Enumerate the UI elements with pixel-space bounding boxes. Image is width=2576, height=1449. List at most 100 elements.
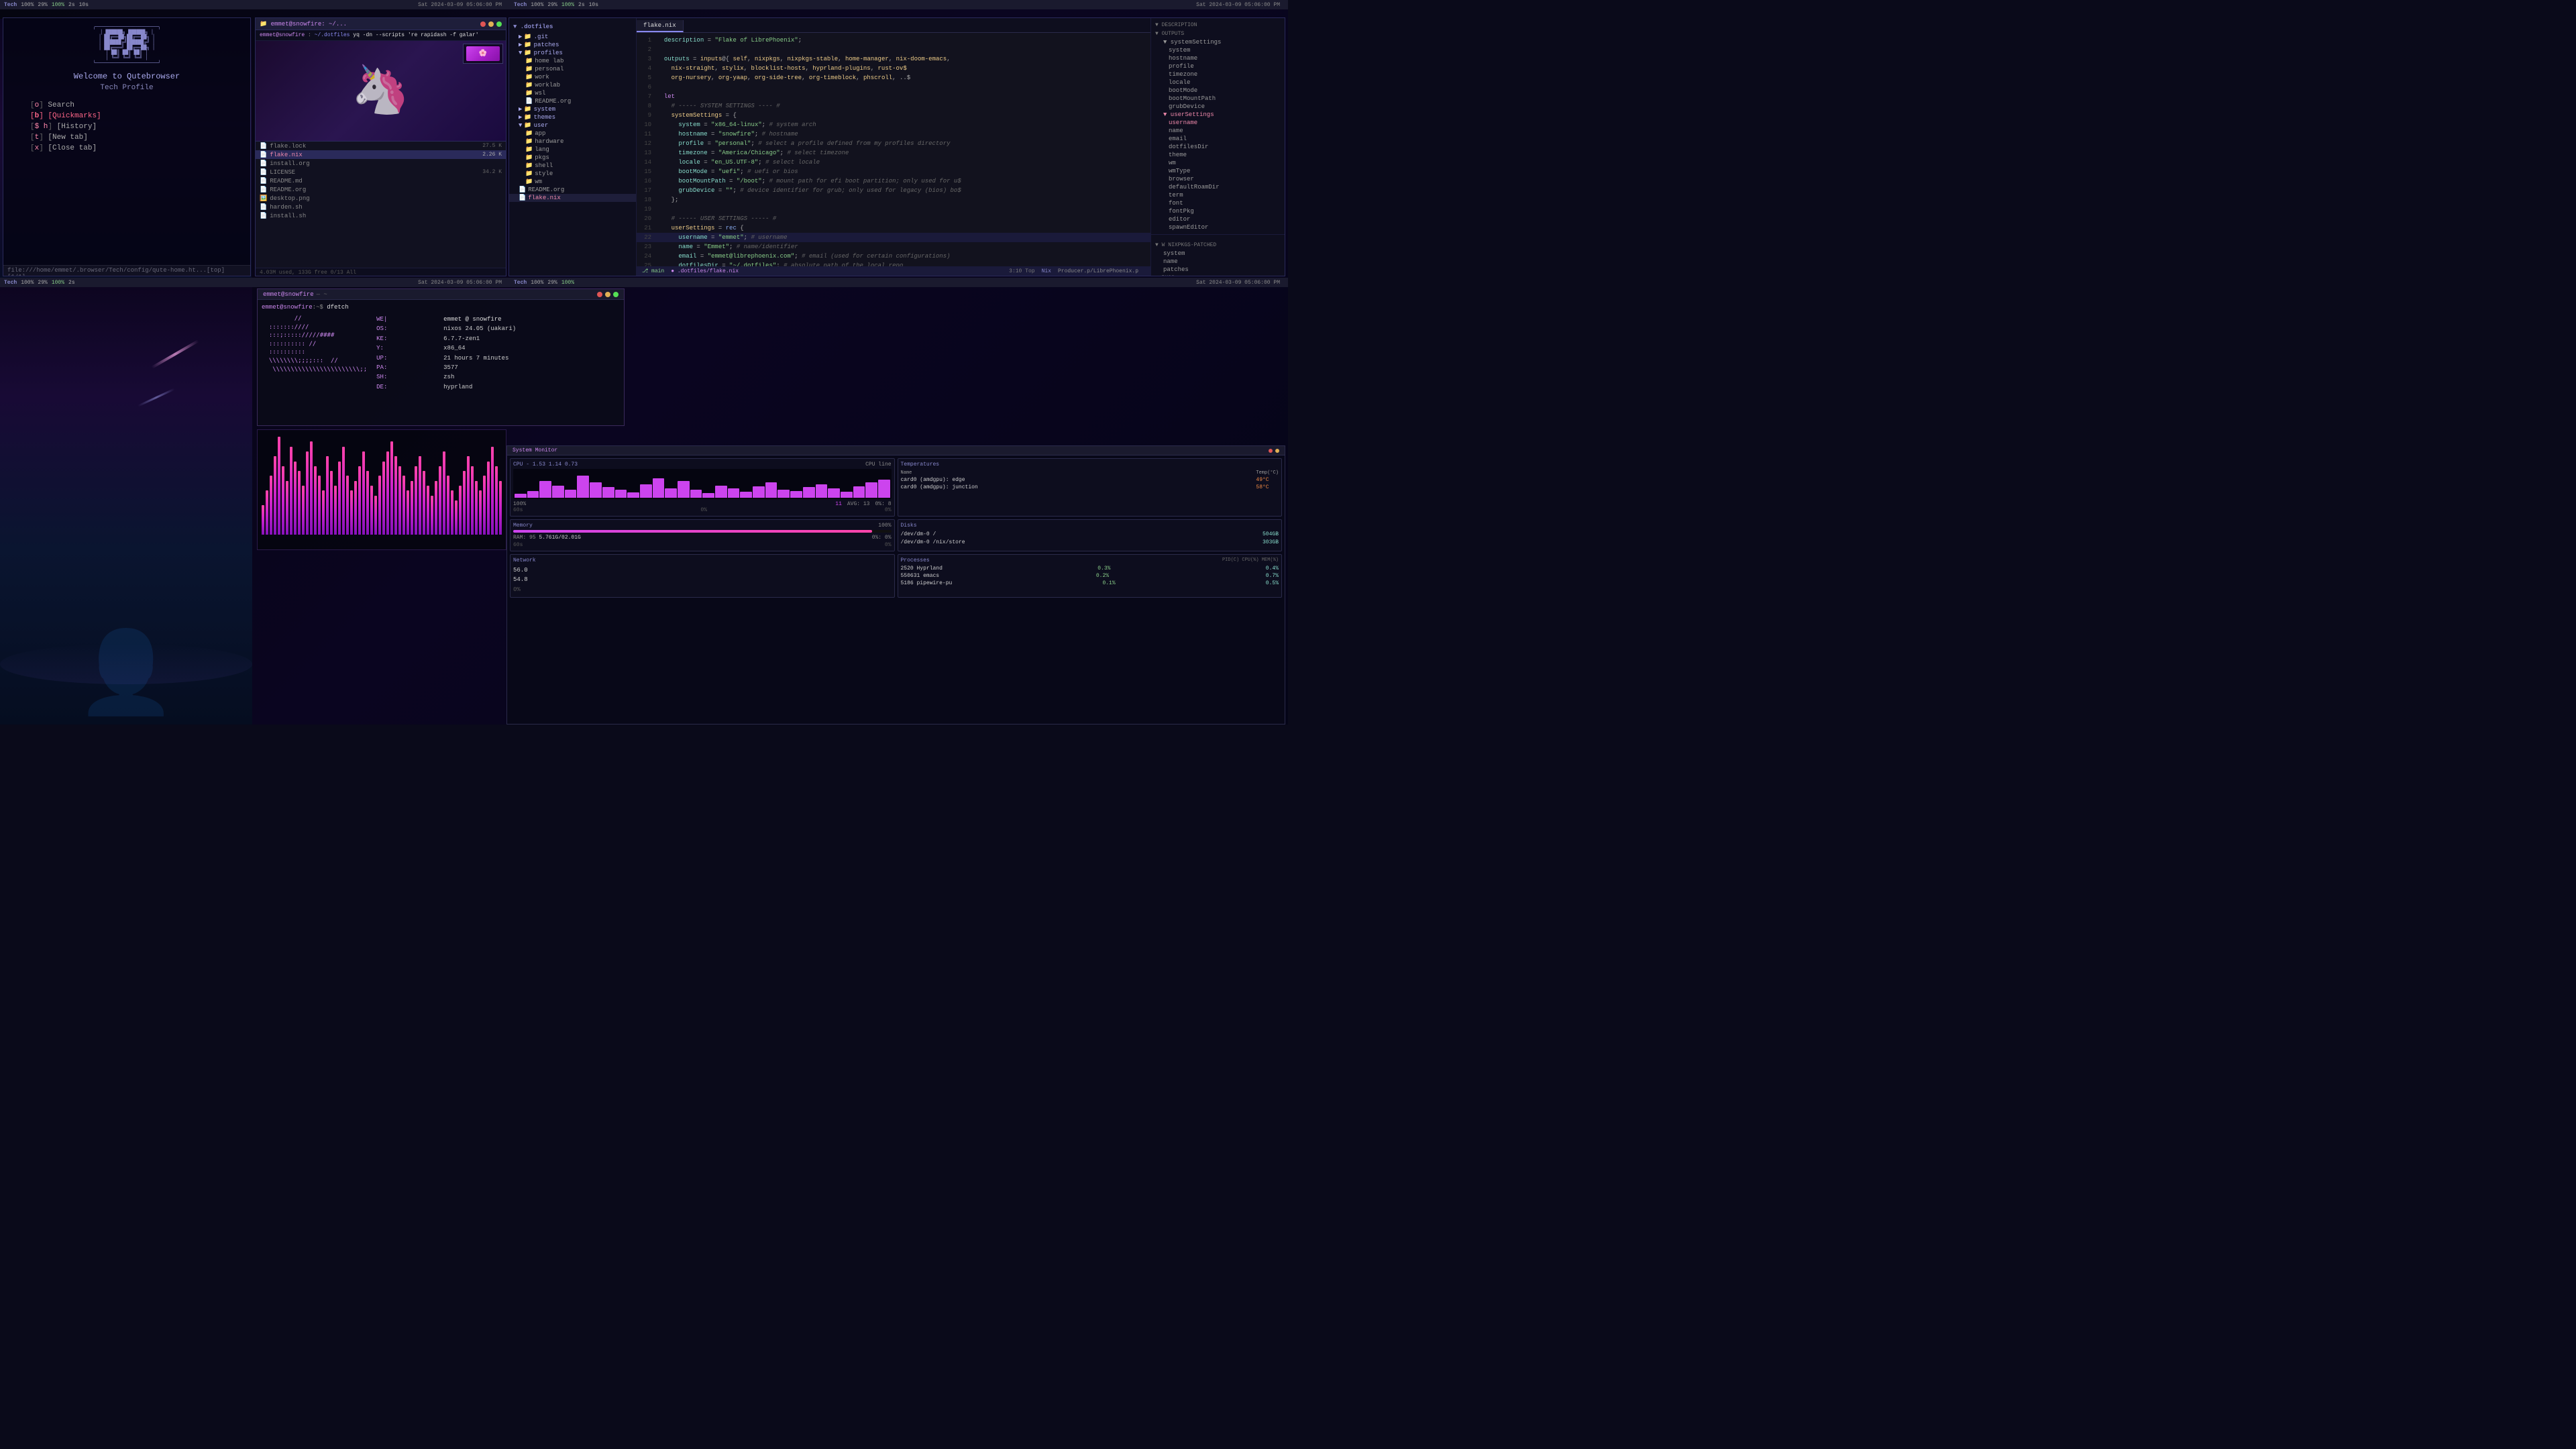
sb-brand: Tech <box>4 2 17 8</box>
nf-close-btn[interactable] <box>597 292 602 297</box>
outline-fontpkg[interactable]: fontPkg <box>1151 207 1285 215</box>
qb-closetab-item[interactable]: [x] [Close tab] <box>17 143 237 154</box>
outline-np-name[interactable]: name <box>1151 258 1285 266</box>
outline-np-patches[interactable]: patches <box>1151 266 1285 274</box>
code-line-17: 17 grubDevice = ""; # device identifier … <box>637 186 1150 195</box>
tree-hardware[interactable]: 📁 hardware <box>509 138 636 146</box>
tree-worklab[interactable]: 📁 worklab <box>509 81 636 89</box>
outline-browser[interactable]: browser <box>1151 175 1285 183</box>
nf-max-btn[interactable] <box>613 292 619 297</box>
cpu-bar-item <box>527 491 539 498</box>
qb-history-item[interactable]: [$ h] [History] <box>17 121 237 132</box>
temps-header: Temperatures <box>901 462 1279 468</box>
status-pos: 3:10 Top <box>1009 268 1034 274</box>
outline-timezone[interactable]: timezone <box>1151 70 1285 78</box>
editor-outline: ▼ description ▼ outputs ▼ systemSettings… <box>1150 18 1285 276</box>
fm-min-btn[interactable] <box>488 21 494 27</box>
qb-newtab-item[interactable]: [t] [New tab] <box>17 132 237 143</box>
qb-quickmarks-item[interactable]: [b] [Quickmarks] <box>17 111 237 121</box>
tree-git[interactable]: ▶ 📁 .git <box>509 33 636 41</box>
outline-wm[interactable]: wm <box>1151 159 1285 167</box>
tab-flake-nix[interactable]: flake.nix <box>637 20 684 32</box>
cpu-bar-item <box>690 490 702 498</box>
tree-style[interactable]: 📁 style <box>509 170 636 178</box>
disks-list: /dev/dm-0 / 504GB /dev/dm-0 /nix/store 3… <box>901 531 1279 545</box>
cpu-bar-item <box>602 487 614 498</box>
outline-wmtype[interactable]: wmType <box>1151 167 1285 175</box>
nf-min-btn[interactable] <box>605 292 610 297</box>
outline-profile[interactable]: profile <box>1151 62 1285 70</box>
outline-bootmountpath[interactable]: bootMountPath <box>1151 95 1285 103</box>
sm-min[interactable] <box>1275 449 1279 453</box>
fm-row-flake-lock[interactable]: 📄 flake.lock 27.5 K <box>256 142 506 150</box>
eq-bar <box>459 486 462 535</box>
fm-row-install-org[interactable]: 📄 install.org <box>256 159 506 168</box>
tree-patches[interactable]: ▶ 📁 patches <box>509 41 636 49</box>
fm-row-flake-nix[interactable]: 📄 flake.nix 2.26 K <box>256 150 506 159</box>
tree-readme-md[interactable]: 📄 README.org <box>509 186 636 194</box>
outline-theme[interactable]: theme <box>1151 151 1285 159</box>
tree-shell[interactable]: 📁 shell <box>509 162 636 170</box>
neofetch-win-btns <box>597 292 619 297</box>
code-line-16: 16 bootMountPath = "/boot"; # mount path… <box>637 176 1150 186</box>
outline-system[interactable]: system <box>1151 46 1285 54</box>
tree-system[interactable]: ▶ 📁 system <box>509 105 636 113</box>
cpu-bar-item <box>539 481 551 498</box>
cpu-bar-item <box>816 484 828 498</box>
outline-locale[interactable]: locale <box>1151 78 1285 87</box>
fm-file-list[interactable]: 📄 flake.lock 27.5 K 📄 flake.nix 2.26 K 📄… <box>256 142 506 252</box>
tree-wm[interactable]: 📁 wm <box>509 178 636 186</box>
neofetch-window: emmet@snowfire — ~ emmet@snowfire:~$ dfe… <box>257 288 625 426</box>
tree-work[interactable]: 📁 work <box>509 73 636 81</box>
tree-homelab[interactable]: 📁 home lab <box>509 57 636 65</box>
mem-stats: RAM: 95 5.761G/02.01G 0%: 0% <box>513 535 892 541</box>
outline-font[interactable]: font <box>1151 199 1285 207</box>
outline-bootmode[interactable]: bootMode <box>1151 87 1285 95</box>
outline-hostname[interactable]: hostname <box>1151 54 1285 62</box>
fm-row-readme[interactable]: 📄 README.md <box>256 176 506 185</box>
fm-row-harden[interactable]: 📄 harden.sh <box>256 203 506 211</box>
outline-spawneditor[interactable]: spawnEditor <box>1151 223 1285 231</box>
outline-usersettings[interactable]: ▼ userSettings <box>1151 111 1285 119</box>
sb3-bat: 100% <box>52 280 64 286</box>
fm-row-readme2[interactable]: 📄 README.org <box>256 185 506 194</box>
editor-code-content: 1 description = "Flake of LibrePhoenix";… <box>637 33 1150 266</box>
tree-profiles[interactable]: ▼ 📁 profiles <box>509 49 636 57</box>
sb2-bat2: 2s <box>578 2 585 8</box>
proc-row-3: 5186 pipewire-pu 0.1% 0.5% <box>901 580 1279 586</box>
fm-row-desktop[interactable]: 🖼️ desktop.png <box>256 194 506 203</box>
outline-name[interactable]: name <box>1151 127 1285 135</box>
tree-lang[interactable]: 📁 lang <box>509 146 636 154</box>
tree-flake-nix[interactable]: 📄 flake.nix <box>509 194 636 202</box>
outline-editor[interactable]: editor <box>1151 215 1285 223</box>
tree-user[interactable]: ▼ 📁 user <box>509 121 636 129</box>
outline-email[interactable]: email <box>1151 135 1285 143</box>
cpu-bar-item <box>853 486 865 498</box>
qb-search-item[interactable]: [o] Search <box>17 100 237 111</box>
cpu-bar-item <box>878 480 890 498</box>
eq-bar <box>394 456 397 535</box>
sb2-brightness: 100% <box>531 2 543 8</box>
fm-row-license[interactable]: 📄 LICENSE 34.2 K <box>256 168 506 176</box>
outline-username[interactable]: username <box>1151 119 1285 127</box>
eq-bar <box>306 451 309 535</box>
tree-wsl[interactable]: 📁 wsl <box>509 89 636 97</box>
eq-bar <box>270 476 272 535</box>
sm-close[interactable] <box>1269 449 1273 453</box>
tree-app[interactable]: 📁 app <box>509 129 636 138</box>
outline-defaultroamdir[interactable]: defaultRoamDir <box>1151 183 1285 191</box>
tree-readme-org[interactable]: 📄 README.org <box>509 97 636 105</box>
tree-personal[interactable]: 📁 personal <box>509 65 636 73</box>
outline-term[interactable]: term <box>1151 191 1285 199</box>
tree-themes[interactable]: ▶ 📁 themes <box>509 113 636 121</box>
nf-we: WE|emmet @ snowfire <box>376 315 516 324</box>
fm-max-btn[interactable] <box>496 21 502 27</box>
cpu-bar-item <box>803 487 815 498</box>
fm-row-install-sh[interactable]: 📄 install.sh <box>256 211 506 220</box>
outline-np-system[interactable]: system <box>1151 250 1285 258</box>
fm-close-btn[interactable] <box>480 21 486 27</box>
outline-dotfilesdir[interactable]: dotfilesDir <box>1151 143 1285 151</box>
tree-pkgs[interactable]: 📁 pkgs <box>509 154 636 162</box>
outline-systemsettings[interactable]: ▼ systemSettings <box>1151 38 1285 46</box>
outline-grubdevice[interactable]: grubDevice <box>1151 103 1285 111</box>
